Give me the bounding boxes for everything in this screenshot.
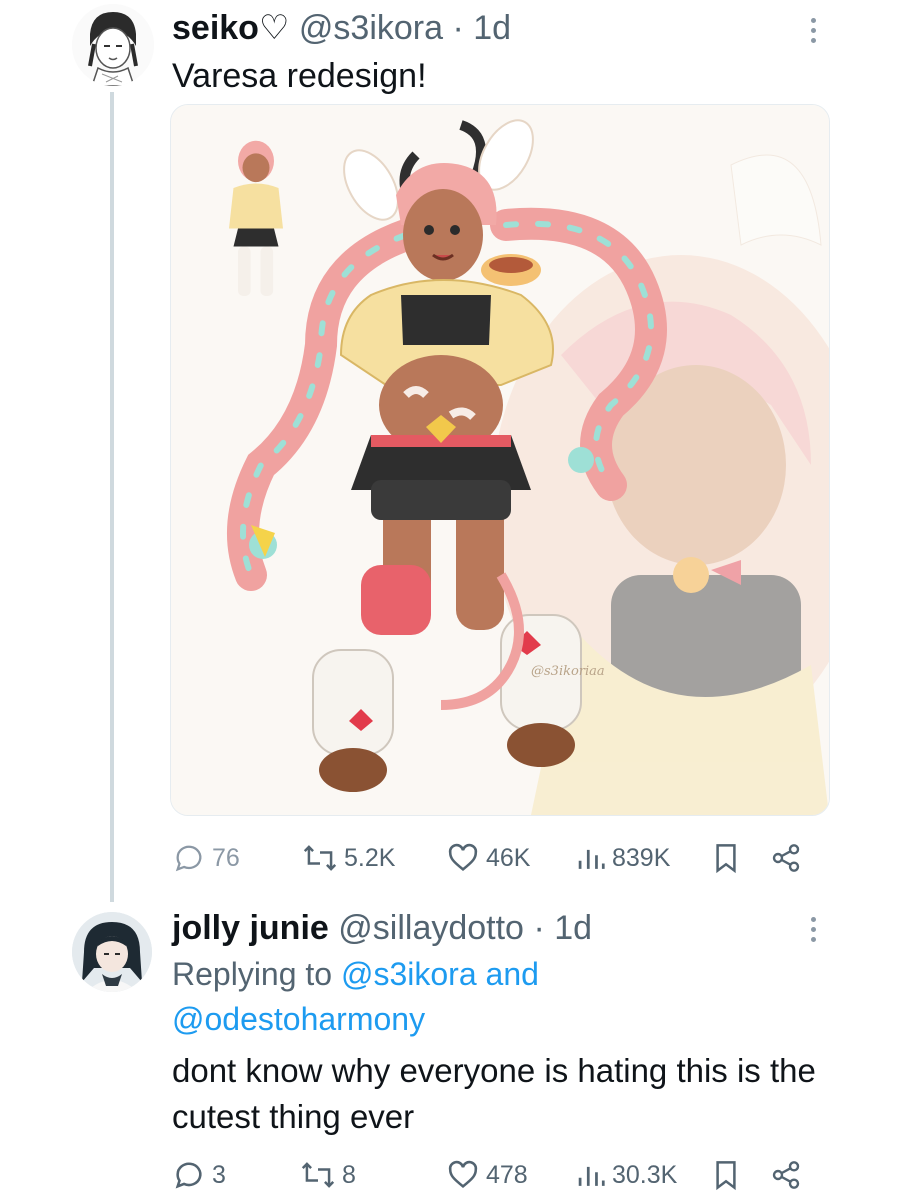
share-icon [772, 1161, 800, 1189]
share-button[interactable] [770, 838, 802, 878]
repost-count: 8 [342, 1160, 356, 1189]
like-button[interactable]: 46K [446, 838, 530, 878]
speech-bubble-icon [175, 845, 202, 872]
avatar[interactable] [72, 912, 152, 992]
bookmark-button[interactable] [712, 838, 740, 878]
bookmark-icon [716, 844, 736, 874]
tweet-text: Varesa redesign! [172, 57, 427, 95]
repost-arrows-icon [301, 1162, 335, 1188]
timestamp[interactable]: 1d [473, 9, 511, 47]
like-button[interactable]: 478 [446, 1155, 528, 1195]
character-artwork: @s3ikoriaa [171, 105, 829, 815]
avatar[interactable] [72, 4, 154, 86]
heart-icon [448, 843, 478, 871]
bookmark-icon [716, 1161, 736, 1191]
svg-text:@s3ikoriaa: @s3ikoriaa [531, 664, 605, 679]
more-vertical-icon[interactable] [808, 917, 818, 942]
bar-chart-icon [578, 849, 605, 869]
anime-avatar-image [72, 912, 152, 992]
repost-count: 5.2K [344, 843, 396, 872]
repost-button[interactable]: 5.2K [302, 838, 395, 878]
mention-link[interactable]: @s3ikora [341, 956, 477, 992]
timestamp[interactable]: 1d [554, 909, 592, 947]
reply-button[interactable]: 3 [172, 1155, 226, 1195]
bar-chart-icon [578, 1166, 605, 1186]
display-name[interactable]: seiko♡ [172, 9, 289, 47]
repost-arrows-icon [303, 845, 337, 871]
tweet-action-bar: 76 5.2K 46K 839K [172, 838, 812, 878]
bookmark-button[interactable] [712, 1155, 740, 1195]
reply-count: 3 [212, 1160, 226, 1189]
user-handle[interactable]: @sillaydotto [338, 909, 524, 947]
replying-to-label: Replying to [172, 956, 333, 992]
like-count: 478 [486, 1160, 528, 1189]
sketch-avatar-image [72, 4, 154, 86]
speech-bubble-icon [175, 1162, 202, 1189]
tweet-media-image[interactable]: @s3ikoriaa [170, 104, 830, 816]
like-count: 46K [486, 843, 531, 872]
more-vertical-icon[interactable] [808, 18, 818, 43]
tweet-header: seiko♡ @s3ikora · 1d [172, 8, 511, 48]
heart-icon [448, 1160, 478, 1188]
replying-and-text: and [485, 956, 539, 992]
separator-dot: · [533, 909, 545, 947]
reply-button[interactable]: 76 [172, 838, 240, 878]
mention-link[interactable]: @odestoharmony [172, 1001, 425, 1037]
tweet-action-bar: 3 8 478 30.3K [172, 1155, 812, 1195]
repost-button[interactable]: 8 [300, 1155, 356, 1195]
separator-dot: · [452, 9, 464, 47]
views-button[interactable]: 30.3K [576, 1155, 677, 1195]
reply-count: 76 [212, 843, 240, 872]
share-button[interactable] [770, 1155, 802, 1195]
user-handle[interactable]: @s3ikora [299, 9, 443, 47]
thread-connector-line [110, 92, 114, 902]
view-count: 30.3K [612, 1160, 678, 1189]
tweet-text: dont know why everyone is hating this is… [172, 1052, 816, 1135]
replying-to-line: Replying to @s3ikora and @odestoharmony [172, 952, 792, 1042]
views-button[interactable]: 839K [576, 838, 670, 878]
view-count: 839K [612, 843, 671, 872]
display-name[interactable]: jolly junie [172, 909, 329, 947]
share-icon [772, 844, 800, 872]
tweet-header: jolly junie @sillaydotto · 1d [172, 908, 592, 948]
